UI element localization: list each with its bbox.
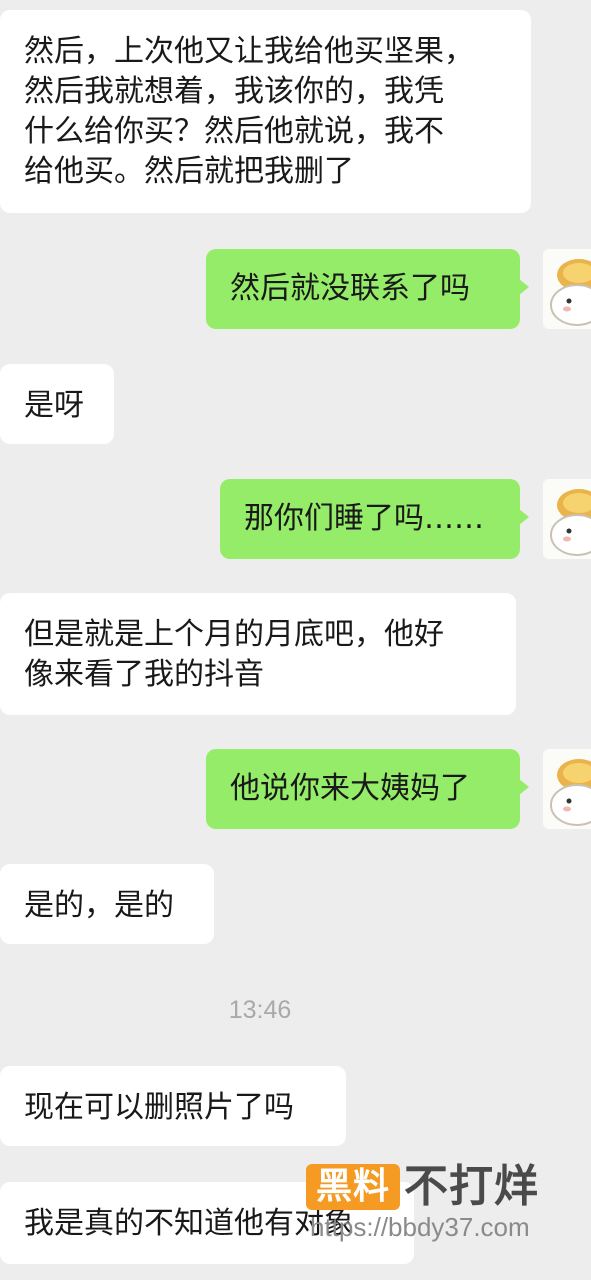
message-bubble-incoming[interactable]: 现在可以删照片了吗 <box>0 1066 346 1146</box>
watermark-url: https://bbdy37.com <box>310 1212 530 1242</box>
cartoon-character-avatar-icon <box>550 489 591 556</box>
message-bubble-outgoing[interactable]: 那你们睡了吗…… <box>220 479 529 559</box>
message-timestamp: 13:46 <box>228 996 292 1024</box>
message-bubble-incoming[interactable]: 但是就是上个月的月底吧，他好 像来看了我的抖音 <box>0 593 516 715</box>
user-avatar[interactable] <box>543 749 591 829</box>
user-avatar[interactable] <box>543 479 591 559</box>
watermark-brand: 不打烊 <box>404 1161 539 1212</box>
watermark: 黑料 不打烊 https://bbdy37.com <box>306 1160 591 1250</box>
message-bubble-outgoing[interactable]: 然后就没联系了吗 <box>206 249 529 329</box>
watermark-logo: 黑料 <box>306 1164 400 1210</box>
message-bubble-outgoing[interactable]: 他说你来大姨妈了 <box>206 749 529 829</box>
message-bubble-incoming[interactable]: 是呀 <box>0 364 114 444</box>
message-bubble-incoming[interactable]: 然后，上次他又让我给他买坚果， 然后我就想着，我该你的，我凭 什么给你买？然后他… <box>0 10 531 213</box>
user-avatar[interactable] <box>543 249 591 329</box>
cartoon-character-avatar-icon <box>550 759 591 826</box>
chat-area[interactable]: 然后，上次他又让我给他买坚果， 然后我就想着，我该你的，我凭 什么给你买？然后他… <box>0 0 591 1280</box>
cartoon-character-avatar-icon <box>550 259 591 326</box>
message-bubble-incoming[interactable]: 是的，是的 <box>0 864 214 944</box>
